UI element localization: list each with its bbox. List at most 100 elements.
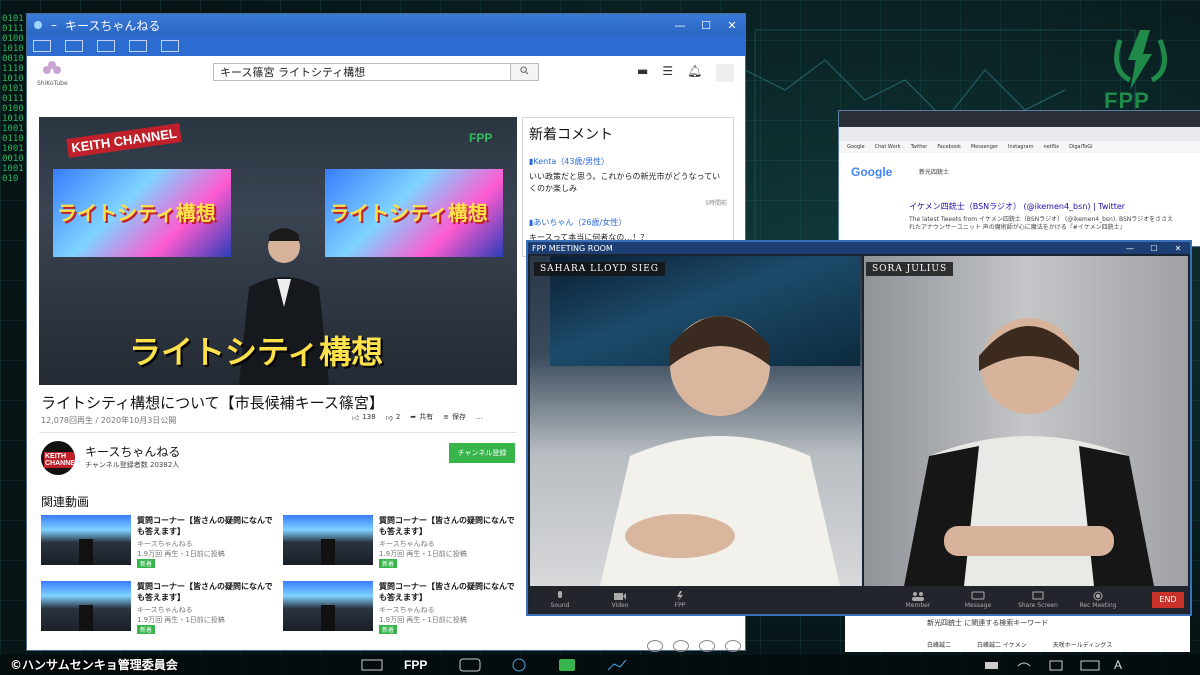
window-switch-icon[interactable] xyxy=(360,658,384,672)
video-overlay-title: ライトシティ構想 xyxy=(129,334,384,370)
new-badge: 新着 xyxy=(379,559,398,568)
input-method-icon[interactable]: A xyxy=(1114,658,1122,672)
share-button[interactable]: ➦ 共有 xyxy=(410,412,433,422)
globe-icon[interactable] xyxy=(508,658,530,672)
channel-avatar[interactable]: KEITH CHANNEL xyxy=(41,441,75,475)
bookmarks-bar: Google Chat Work Twitter Facebook Messen… xyxy=(839,141,1200,153)
video-screen-left: ライトシティ構想 xyxy=(53,169,231,257)
control-icon[interactable] xyxy=(647,640,663,652)
copyright: ©ハンサムセンキョ管理委員会 xyxy=(10,658,178,672)
related-thumbnail[interactable] xyxy=(283,581,373,631)
phone-icon[interactable] xyxy=(556,658,578,672)
bookmark[interactable]: DigaiToGi xyxy=(1069,144,1092,150)
toolbar-button[interactable] xyxy=(161,40,179,52)
related-search-item[interactable]: 天咲ホールディングス xyxy=(1053,640,1113,649)
save-button[interactable]: ≡ 保存 xyxy=(443,412,466,422)
toolbar-button[interactable] xyxy=(129,40,147,52)
search-result-title[interactable]: イケメン四銃士（BSNラジオ） (@ikemen4_bsn) | Twitter xyxy=(909,201,1125,212)
google-window: Google Chat Work Twitter Facebook Messen… xyxy=(838,110,1200,247)
minimize-button[interactable]: — xyxy=(1118,244,1142,253)
wifi-icon[interactable] xyxy=(1016,658,1032,672)
rec-meeting-button[interactable]: Rec Meeting xyxy=(1068,591,1128,609)
channel-name[interactable]: キースちゃんねる xyxy=(85,443,180,460)
share-screen-button[interactable]: Share Screen xyxy=(1008,591,1068,609)
related-search-item[interactable]: 白峰誠二 イケメン xyxy=(977,640,1027,649)
related-search-item[interactable]: 白峰誠二 xyxy=(927,640,951,649)
minimize-button[interactable]: — xyxy=(667,19,693,32)
site-logo[interactable]: ShiKoTube xyxy=(37,60,68,87)
search-button[interactable] xyxy=(511,63,539,81)
close-button[interactable]: ✕ xyxy=(719,19,745,32)
related-thumbnail[interactable] xyxy=(283,515,373,565)
related-video[interactable]: 質問コーナー【皆さんの疑問になんでも答えます】 キースちゃんねる 1.9万回 再… xyxy=(41,581,273,637)
minimize-dash-icon: – xyxy=(51,18,57,32)
fpp-icon xyxy=(677,591,683,601)
like-button[interactable]: 👍︎ 138 xyxy=(352,413,376,422)
video-actions: 👍︎ 138 👎︎ 2 ➦ 共有 ≡ 保存 … xyxy=(352,412,483,422)
member-button[interactable]: Member xyxy=(888,591,948,609)
dislike-button[interactable]: 👎︎ 2 xyxy=(386,413,401,422)
bookmark[interactable]: Facebook xyxy=(937,144,961,150)
end-button[interactable]: END xyxy=(1152,592,1184,608)
comment-user[interactable]: ▮あいちゃん（26歳/女性） xyxy=(529,217,626,228)
bookmark[interactable]: netflix xyxy=(1043,144,1059,150)
record-icon xyxy=(1093,591,1103,601)
video-camera-icon[interactable]: ▬ xyxy=(637,64,648,82)
toolbar-button[interactable] xyxy=(65,40,83,52)
comments-panel: 新着コメント ▮Kenta（43歳/男性） いい政策だと思う。これからの新光市が… xyxy=(522,117,734,257)
more-button[interactable]: … xyxy=(476,413,483,421)
comment-user[interactable]: ▮Kenta（43歳/男性） xyxy=(529,156,609,167)
participant-video-right: SORA JULIUS xyxy=(864,256,1188,586)
participant-name: SORA JULIUS xyxy=(866,262,954,276)
related-video[interactable]: 質問コーナー【皆さんの疑問になんでも答えます】 キースちゃんねる 1.9万回 再… xyxy=(283,515,515,571)
maximize-button[interactable]: ☐ xyxy=(693,19,719,32)
camera-icon[interactable] xyxy=(1048,658,1064,672)
message-button[interactable]: Message xyxy=(948,591,1008,609)
address-bar[interactable] xyxy=(839,127,1200,141)
search-input[interactable]: キース篠宮 ライトシティ構想 xyxy=(213,63,511,81)
browser-tabs[interactable] xyxy=(839,111,1200,127)
bookmark[interactable]: Instagram xyxy=(1008,144,1033,150)
channel-subscribers: チャンネル登録者数 20382人 xyxy=(85,461,180,469)
bookmark[interactable]: Google xyxy=(847,144,865,150)
maximize-button[interactable]: ☐ xyxy=(1142,244,1166,253)
close-button[interactable]: ✕ xyxy=(1166,244,1190,253)
bell-icon[interactable]: 🔔︎ xyxy=(687,64,702,82)
window-title: キースちゃんねる xyxy=(65,18,161,33)
bookmark[interactable]: Messenger xyxy=(971,144,998,150)
flower-icon xyxy=(43,61,61,74)
video-button[interactable]: Video xyxy=(590,591,650,609)
sound-button[interactable]: Sound xyxy=(530,591,590,609)
list-icon[interactable] xyxy=(458,658,482,672)
control-icon[interactable] xyxy=(725,640,741,652)
bookmark[interactable]: Chat Work xyxy=(875,144,901,150)
chart-icon[interactable] xyxy=(606,658,628,672)
participant-name: SAHARA LLOYD SIEG xyxy=(534,262,665,276)
meeting-title: FPP MEETING ROOM xyxy=(532,243,613,253)
fpp-button[interactable]: FPP xyxy=(650,591,710,609)
avatar[interactable] xyxy=(716,64,735,82)
microphone-icon xyxy=(558,591,562,598)
participant-video-left: SAHARA LLOYD SIEG xyxy=(530,256,862,586)
thumbs-down-icon: 👎︎ xyxy=(385,413,393,422)
related-thumbnail[interactable] xyxy=(41,581,131,631)
video-player[interactable]: ライトシティ構想 ライトシティ構想 KEITH CHANNEL FPP ライトシ… xyxy=(39,117,517,385)
video-meta: 12,078回再生 / 2020年10月3日公開 xyxy=(41,416,177,425)
related-video[interactable]: 質問コーナー【皆さんの疑問になんでも答えます】 キースちゃんねる 1.9万回 再… xyxy=(283,581,515,637)
related-video[interactable]: 質問コーナー【皆さんの疑問になんでも答えます】 キースちゃんねる 1.9万回 再… xyxy=(41,515,273,571)
toolbar-button[interactable] xyxy=(33,40,51,52)
toolbar-button[interactable] xyxy=(97,40,115,52)
google-logo[interactable]: Google xyxy=(851,165,892,179)
related-thumbnail[interactable] xyxy=(41,515,131,565)
bookmark[interactable]: Twitter xyxy=(911,144,928,150)
control-icon[interactable] xyxy=(699,640,715,652)
related-searches: 新光四銃士 に関連する検索キーワード 白峰誠二 白峰誠二 イケメン 天咲ホールデ… xyxy=(845,612,1190,652)
new-badge: 新着 xyxy=(137,559,156,568)
subscribe-button[interactable]: チャンネル登録 xyxy=(449,443,515,463)
apps-menu-icon[interactable]: ☰ xyxy=(662,64,673,82)
control-icon[interactable] xyxy=(673,640,689,652)
window-titlebar: – キースちゃんねる — ☐ ✕ xyxy=(27,14,745,36)
fpp-taskbar-icon[interactable]: FPP xyxy=(404,658,427,672)
keyboard-icon[interactable] xyxy=(1080,658,1100,672)
google-search-input[interactable]: 新光四銃士 xyxy=(919,167,949,176)
